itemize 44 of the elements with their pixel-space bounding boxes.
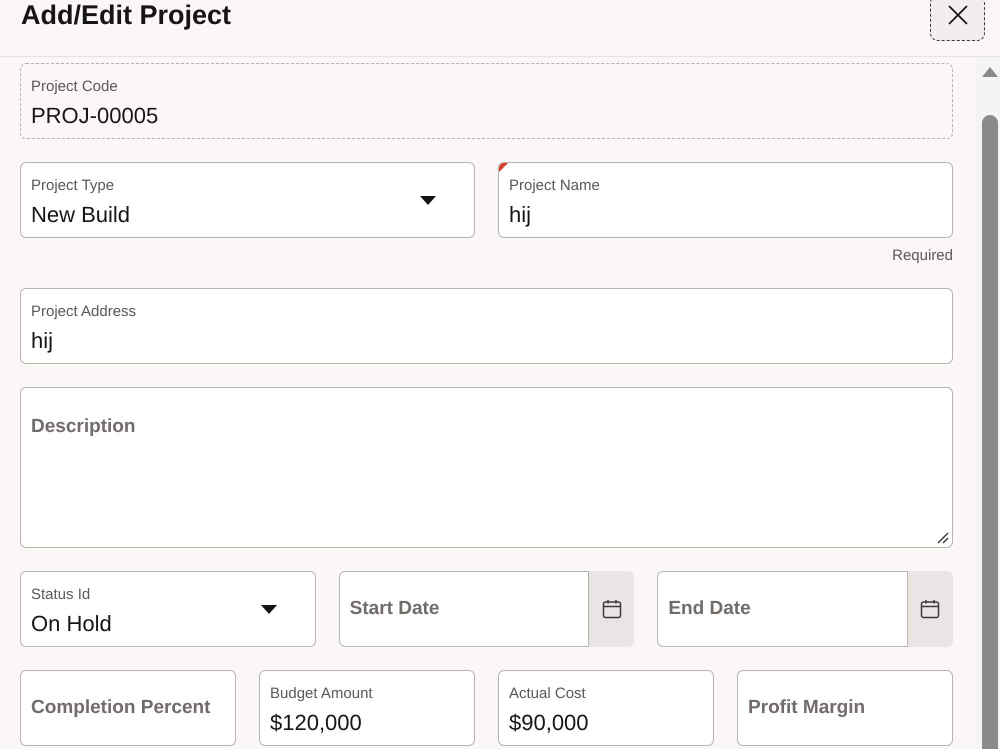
field-value: $90,000 — [509, 709, 590, 737]
field-label: Project Address — [31, 302, 138, 322]
field-value: New Build — [31, 201, 132, 229]
text-field[interactable]: Project Code PROJ-00005 — [20, 63, 953, 139]
field-label: Actual Cost — [509, 684, 587, 704]
field-label: Completion Percent — [31, 696, 212, 720]
calendar-button[interactable] — [589, 571, 634, 647]
dropdown-field[interactable]: Project Type New Build — [20, 162, 475, 238]
date-field[interactable]: Start Date — [338, 571, 590, 647]
field-label: Project Code — [31, 77, 119, 97]
text-field[interactable]: Profit Margin — [737, 670, 953, 746]
date-field[interactable]: End Date — [657, 571, 908, 647]
scroll-up-arrow-icon[interactable] — [982, 67, 998, 77]
validation-message: Required — [892, 247, 953, 265]
text-field[interactable]: Budget Amount $120,000 — [259, 670, 475, 746]
field-label: End Date — [668, 597, 752, 621]
dropdown-field[interactable]: Status Id On Hold — [20, 571, 316, 647]
field-value: PROJ-00005 — [31, 102, 160, 130]
close-button[interactable] — [930, 0, 985, 41]
field-label: Description — [31, 415, 137, 439]
field-label: Status Id — [31, 585, 92, 605]
field-label: Project Name — [509, 176, 601, 196]
caret-icon — [420, 196, 436, 204]
field-value: hij — [31, 327, 54, 355]
field-label: Profit Margin — [748, 696, 866, 720]
text-area-field[interactable]: Description — [20, 387, 953, 548]
field-value: $120,000 — [270, 709, 363, 737]
caret-icon — [260, 604, 277, 614]
text-field[interactable]: Project Name hij — [498, 162, 953, 238]
dialog-title: Add/Edit Project — [21, 0, 232, 30]
calendar-button[interactable] — [908, 571, 953, 647]
text-field[interactable]: Completion Percent — [20, 670, 236, 746]
calendar-icon — [602, 599, 622, 619]
calendar-icon — [920, 599, 940, 619]
field-label: Budget Amount — [270, 684, 374, 704]
field-value: hij — [509, 201, 532, 229]
text-field[interactable]: Project Address hij — [20, 288, 953, 364]
field-value: On Hold — [31, 610, 113, 638]
field-label: Project Type — [31, 176, 116, 196]
scrollbar-thumb[interactable] — [982, 115, 998, 749]
resize-handle-icon — [937, 532, 949, 544]
text-field[interactable]: Actual Cost $90,000 — [498, 670, 714, 746]
field-label: Start Date — [350, 597, 440, 621]
close-icon — [948, 5, 968, 25]
